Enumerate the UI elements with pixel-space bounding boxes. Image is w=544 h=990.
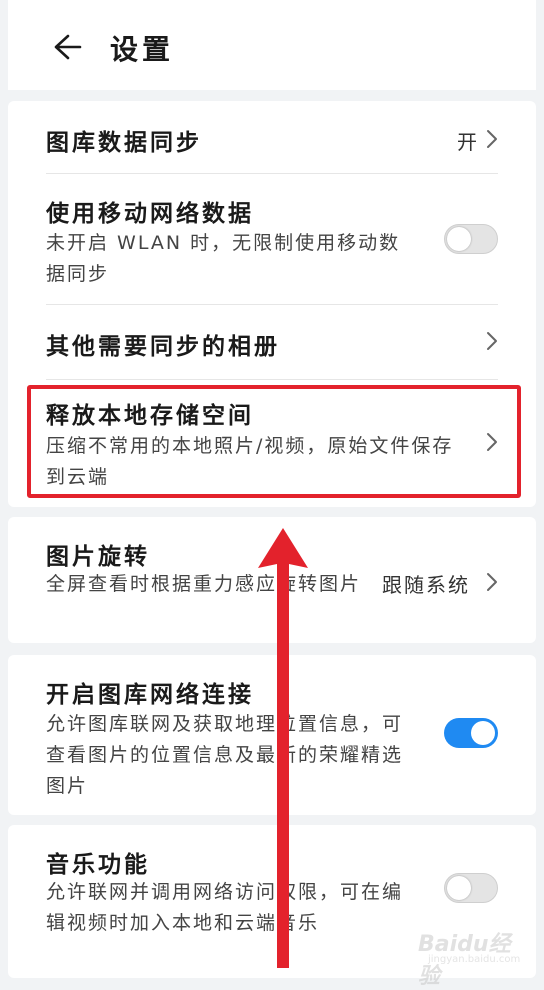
page-title: 设置 [110,33,175,66]
free-storage-desc: 压缩不常用的本地照片/视频，原始文件保存到云端 [46,435,454,488]
toggle-knob [471,721,495,745]
rotation-value: 跟随系统 [382,573,470,597]
watermark-sub: jingyan.baidu.com [428,954,521,965]
rotation-title: 图片旋转 [46,544,150,570]
music-desc: 允许联网并调用网络访问权限，可在编辑视频时加入本地和云端音乐 [46,881,404,934]
music-toggle[interactable] [444,873,498,903]
other-albums-row[interactable]: 其他需要同步的相册 [8,305,536,379]
toggle-knob [447,876,471,900]
mobile-data-toggle[interactable] [444,224,498,254]
back-arrow-icon[interactable] [52,32,82,62]
sync-settings-card: 图库数据同步 开 使用移动网络数据 未开启 WLAN 时，无限制使用移动数据同步… [8,101,536,507]
chevron-right-icon [487,130,497,148]
free-storage-row[interactable]: 释放本地存储空间 压缩不常用的本地照片/视频，原始文件保存到云端 [8,380,536,507]
other-albums-title: 其他需要同步的相册 [46,334,280,360]
toggle-knob [447,227,471,251]
music-title: 音乐功能 [46,852,150,878]
chevron-right-icon [487,332,497,350]
mobile-data-row[interactable]: 使用移动网络数据 未开启 WLAN 时，无限制使用移动数据同步 [8,174,536,304]
network-toggle[interactable] [444,718,498,748]
mobile-data-title: 使用移动网络数据 [46,201,254,227]
gallery-sync-row[interactable]: 图库数据同步 开 [8,101,536,173]
network-desc: 允许图库联网及获取地理位置信息，可查看图片的位置信息及最新的荣耀精选图片 [46,713,404,797]
network-title: 开启图库网络连接 [46,682,254,708]
free-storage-title: 释放本地存储空间 [46,403,254,429]
app-header: 设置 [8,0,536,90]
gallery-sync-value: 开 [457,130,479,154]
network-row[interactable]: 开启图库网络连接 允许图库联网及获取地理位置信息，可查看图片的位置信息及最新的荣… [8,655,536,815]
chevron-right-icon [487,433,497,451]
rotation-row[interactable]: 图片旋转 全屏查看时根据重力感应旋转图片 跟随系统 [8,517,536,643]
rotation-desc: 全屏查看时根据重力感应旋转图片 [46,573,362,595]
baidu-watermark: Baidu经验 jingyan.baidu.com [418,922,522,989]
network-card: 开启图库网络连接 允许图库联网及获取地理位置信息，可查看图片的位置信息及最新的荣… [8,655,536,815]
mobile-data-desc: 未开启 WLAN 时，无限制使用移动数据同步 [46,232,401,285]
rotation-card: 图片旋转 全屏查看时根据重力感应旋转图片 跟随系统 [8,517,536,643]
chevron-right-icon [487,573,497,591]
gallery-sync-title: 图库数据同步 [46,130,202,156]
